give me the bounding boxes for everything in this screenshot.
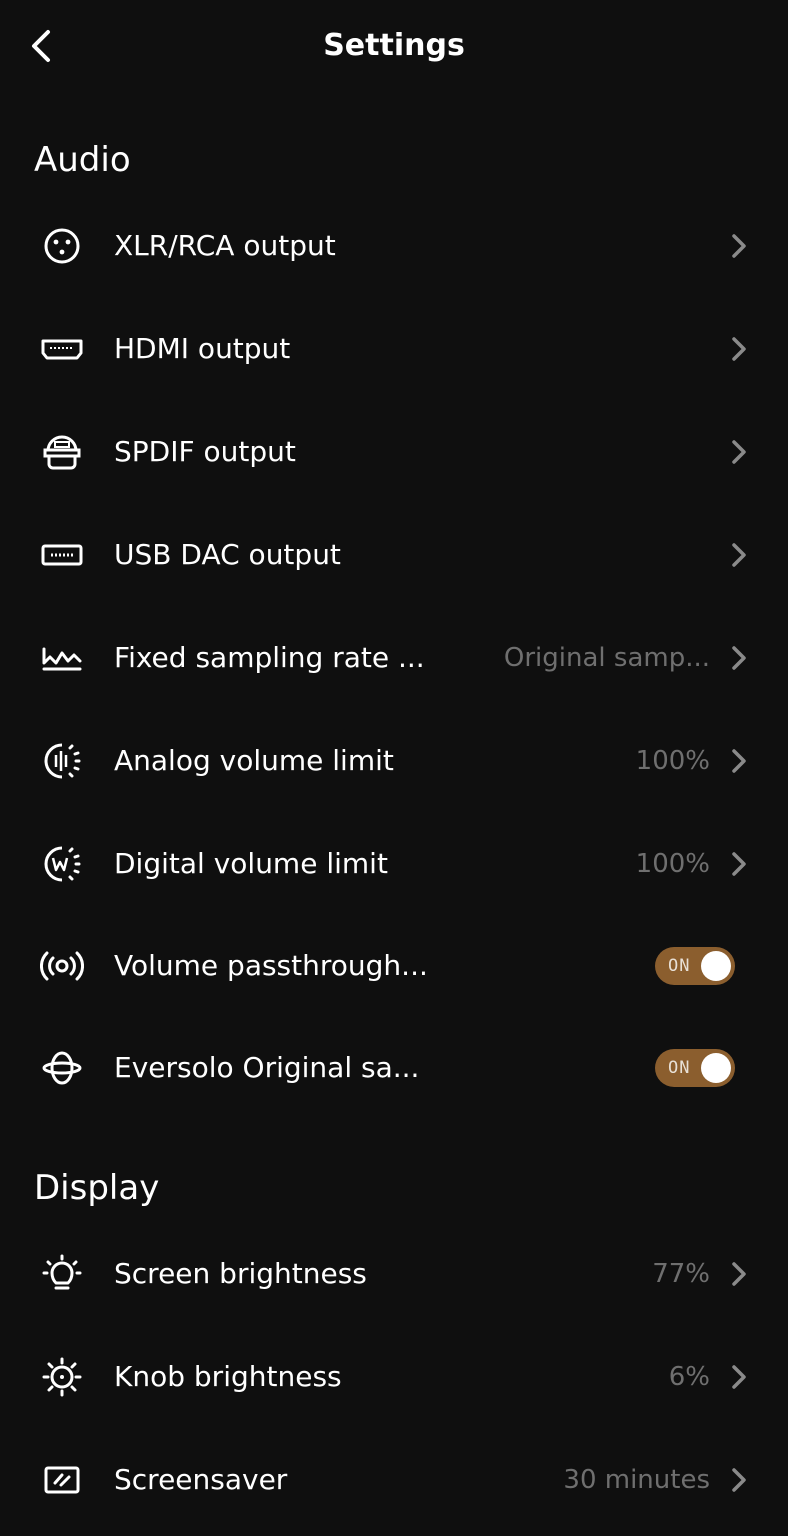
waveform-icon — [40, 637, 84, 679]
orbit-icon — [40, 1047, 84, 1089]
section-title-audio: Audio — [34, 140, 131, 180]
chevron-right-icon — [732, 233, 746, 258]
row-label: HDMI output — [114, 331, 291, 365]
row-eversolo-original-sampling[interactable]: Eversolo Original sa... ON — [0, 1016, 788, 1119]
digital-volume-icon — [40, 843, 84, 885]
row-value: 77% — [652, 1258, 710, 1289]
toggle-state-label: ON — [668, 955, 691, 976]
chevron-right-icon — [732, 1364, 746, 1389]
chevron-right-icon — [732, 748, 746, 773]
row-usb-dac-output[interactable]: USB DAC output — [0, 503, 788, 606]
row-screensaver[interactable]: Screensaver 30 minutes — [0, 1428, 788, 1531]
lightbulb-icon — [40, 1253, 84, 1295]
row-value: 100% — [635, 745, 710, 776]
chevron-right-icon — [732, 1467, 746, 1492]
xlr-connector-icon — [40, 225, 84, 267]
chevron-right-icon — [732, 1261, 746, 1286]
row-fixed-sampling-rate[interactable]: Fixed sampling rate ... Original samp... — [0, 606, 788, 709]
row-value: 30 minutes — [563, 1464, 710, 1495]
row-analog-volume-limit[interactable]: Analog volume limit 100% — [0, 709, 788, 812]
chevron-right-icon — [732, 645, 746, 670]
spdif-connector-icon — [40, 431, 84, 473]
row-label: Eversolo Original sa... — [114, 1050, 420, 1084]
screensaver-icon — [40, 1459, 84, 1501]
row-label: Digital volume limit — [114, 846, 388, 880]
sun-icon — [40, 1356, 84, 1398]
row-label: Analog volume limit — [114, 743, 394, 777]
chevron-right-icon — [732, 542, 746, 567]
row-label: USB DAC output — [114, 537, 341, 571]
row-label: Screensaver — [114, 1462, 288, 1496]
row-value: 100% — [635, 848, 710, 879]
row-label: Fixed sampling rate ... — [114, 640, 425, 674]
row-knob-brightness[interactable]: Knob brightness 6% — [0, 1325, 788, 1428]
eversolo-original-sampling-toggle[interactable]: ON — [655, 1048, 735, 1087]
chevron-right-icon — [732, 336, 746, 361]
page-title: Settings — [323, 28, 465, 63]
row-screen-brightness[interactable]: Screen brightness 77% — [0, 1222, 788, 1325]
hdmi-port-icon — [40, 328, 84, 370]
row-label: SPDIF output — [114, 434, 296, 468]
chevron-right-icon — [732, 851, 746, 876]
section-title-display: Display — [34, 1168, 160, 1208]
top-bar: Settings — [0, 0, 788, 92]
row-digital-volume-limit[interactable]: Digital volume limit 100% — [0, 812, 788, 915]
row-label: Volume passthrough... — [114, 948, 428, 982]
row-value: 6% — [668, 1361, 710, 1392]
usb-port-icon — [40, 534, 84, 576]
row-label: Knob brightness — [114, 1359, 342, 1393]
analog-volume-icon — [40, 740, 84, 782]
toggle-knob — [701, 1052, 731, 1083]
volume-passthrough-toggle[interactable]: ON — [655, 946, 735, 985]
row-label: XLR/RCA output — [114, 228, 336, 262]
broadcast-icon — [40, 945, 84, 987]
toggle-state-label: ON — [668, 1057, 691, 1078]
row-hdmi-output[interactable]: HDMI output — [0, 297, 788, 400]
toggle-knob — [701, 950, 731, 981]
chevron-right-icon — [732, 439, 746, 464]
row-volume-passthrough[interactable]: Volume passthrough... ON — [0, 914, 788, 1017]
row-xlr-rca-output[interactable]: XLR/RCA output — [0, 194, 788, 297]
row-value: Original samp... — [503, 642, 710, 673]
row-spdif-output[interactable]: SPDIF output — [0, 400, 788, 503]
row-label: Screen brightness — [114, 1256, 367, 1290]
